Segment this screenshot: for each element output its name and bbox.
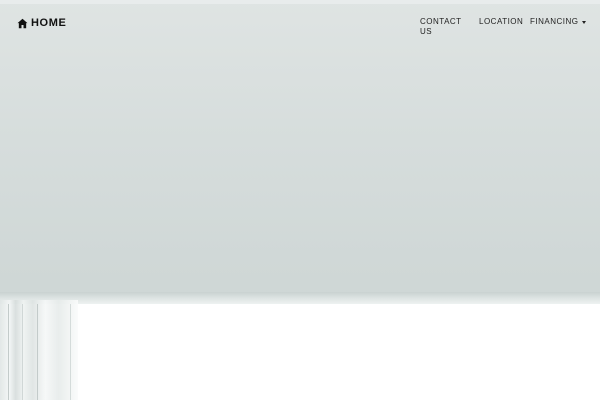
nav-contact-us[interactable]: CONTACT US — [420, 17, 464, 37]
lower-wall — [0, 304, 600, 400]
caret-down-icon — [581, 21, 586, 24]
home-icon — [17, 18, 28, 29]
nav-location[interactable]: LOCATION — [479, 17, 523, 27]
ceiling-ledge — [0, 292, 600, 304]
curtain-panel — [0, 300, 78, 400]
curtain-fold — [37, 304, 38, 400]
hero-section: HOME CONTACT US LOCATION FINANCING — [0, 0, 600, 400]
curtain-fold — [70, 304, 71, 400]
curtain-fold — [8, 304, 9, 400]
navbar: HOME CONTACT US LOCATION FINANCING — [0, 0, 600, 44]
nav-financing-dropdown[interactable]: FINANCING — [530, 17, 586, 27]
home-label: HOME — [31, 17, 67, 29]
curtain-fold — [22, 304, 23, 400]
nav-financing-label: FINANCING — [530, 17, 579, 26]
home-link[interactable]: HOME — [17, 16, 66, 30]
